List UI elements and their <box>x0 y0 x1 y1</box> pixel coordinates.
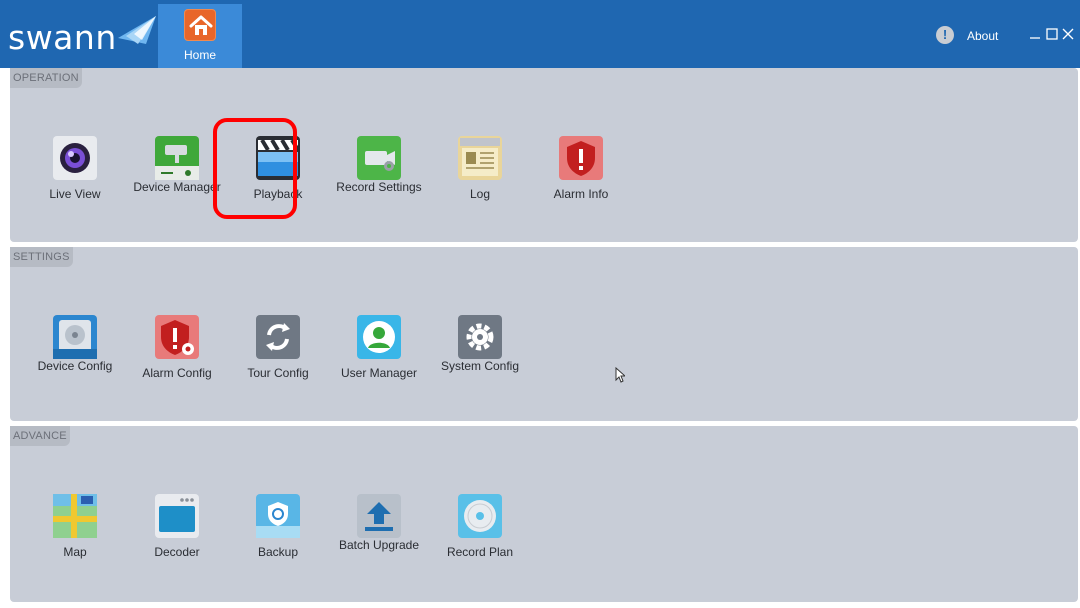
section-title: OPERATION <box>10 68 82 88</box>
alarm-config-icon <box>155 315 199 359</box>
user-icon <box>357 315 401 359</box>
section-title: ADVANCE <box>10 426 70 446</box>
maximize-icon[interactable] <box>1045 27 1059 41</box>
hard-drive-icon <box>53 315 97 359</box>
item-label: Batch Upgrade <box>338 538 420 552</box>
cctv-camera-icon <box>155 136 199 180</box>
item-label: Map <box>63 545 87 559</box>
decoder-icon <box>155 494 199 538</box>
playback-highlight-box <box>213 118 297 219</box>
record-plan-item[interactable]: Record Plan <box>435 494 525 576</box>
item-label: System Config <box>440 359 520 373</box>
tab-home[interactable]: Home <box>158 4 242 68</box>
map-item[interactable]: Map <box>30 494 120 576</box>
user-manager-item[interactable]: User Manager <box>334 315 424 397</box>
map-icon <box>53 494 97 538</box>
gear-icon <box>458 315 502 359</box>
home-icon <box>184 9 216 41</box>
minimize-icon[interactable] <box>1028 27 1042 41</box>
alarm-shield-icon <box>559 136 603 180</box>
item-label: Record Plan <box>446 545 514 559</box>
item-label: Tour Config <box>247 366 309 380</box>
decoder-item[interactable]: Decoder <box>132 494 222 576</box>
advance-section: ADVANCE Map Decoder Backup Batch Upgrade… <box>10 426 1078 602</box>
swann-logo: swann <box>8 14 158 58</box>
batch-upgrade-item[interactable]: Batch Upgrade <box>334 494 424 576</box>
backup-icon <box>256 494 300 538</box>
log-item[interactable]: Log <box>435 136 525 218</box>
refresh-arrows-icon <box>256 315 300 359</box>
item-label: Device Config <box>37 359 113 373</box>
record-settings-item[interactable]: Record Settings <box>334 136 424 218</box>
tour-config-item[interactable]: Tour Config <box>233 315 323 397</box>
item-label: Log <box>469 187 491 201</box>
item-label: Alarm Info <box>553 187 609 201</box>
item-label: Live View <box>49 187 101 201</box>
system-config-item[interactable]: System Config <box>435 315 525 397</box>
disc-icon <box>458 494 502 538</box>
item-label: Alarm Config <box>142 366 212 380</box>
item-label: Record Settings <box>336 180 422 194</box>
item-label: Decoder <box>154 545 200 559</box>
section-title: SETTINGS <box>10 247 73 267</box>
tab-home-label: Home <box>183 48 216 62</box>
camera-lens-icon <box>53 136 97 180</box>
device-manager-item[interactable]: Device Manager <box>132 136 222 218</box>
about-label: About <box>967 29 999 43</box>
upload-icon <box>357 494 401 538</box>
info-icon: ! <box>936 26 954 44</box>
settings-section: SETTINGS Device Config Alarm Config Tour… <box>10 247 1078 421</box>
operation-section: OPERATION Live View Device Manager Playb… <box>10 68 1078 242</box>
bird-logo-icon <box>118 16 156 44</box>
alarm-config-item[interactable]: Alarm Config <box>132 315 222 397</box>
logo-text: swann <box>8 18 117 57</box>
close-icon[interactable] <box>1061 27 1075 41</box>
item-label: Backup <box>257 545 299 559</box>
log-book-icon <box>458 136 502 180</box>
backup-item[interactable]: Backup <box>233 494 323 576</box>
alarm-info-item[interactable]: Alarm Info <box>536 136 626 218</box>
mouse-cursor-icon <box>615 367 625 383</box>
live-view-item[interactable]: Live View <box>30 136 120 218</box>
video-camera-settings-icon <box>357 136 401 180</box>
device-config-item[interactable]: Device Config <box>30 315 120 397</box>
item-label: User Manager <box>340 366 418 380</box>
title-bar: swann Home ! About <box>0 0 1080 68</box>
